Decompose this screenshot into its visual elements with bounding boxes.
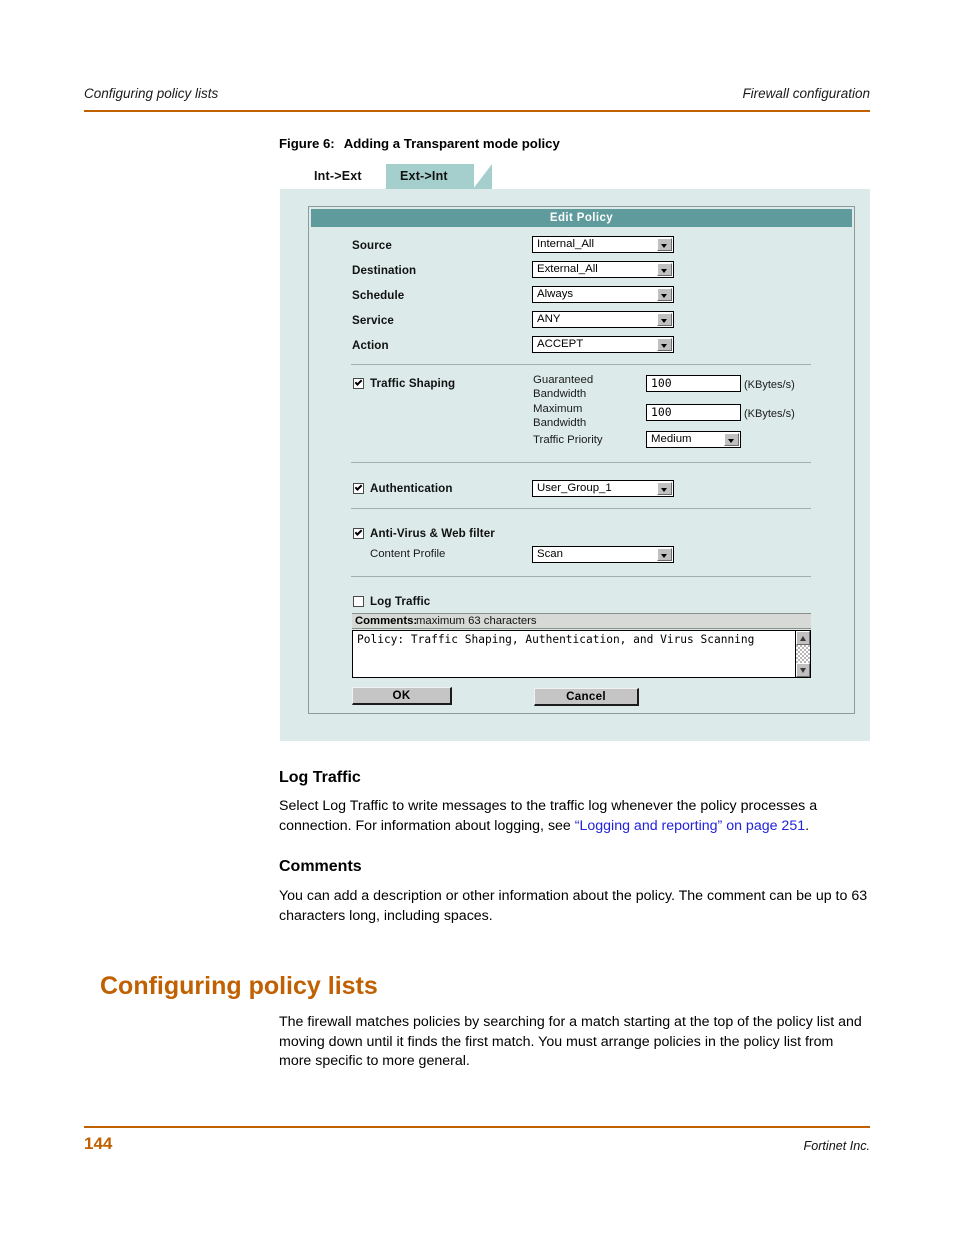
scrollbar-vertical[interactable] xyxy=(795,631,810,677)
scroll-up-icon[interactable] xyxy=(796,631,810,645)
tab-int-to-ext-label: Int->Ext xyxy=(314,169,362,183)
antivirus-label: Anti-Virus & Web filter xyxy=(370,527,495,540)
comments-bar-hint: maximum 63 characters xyxy=(416,615,537,627)
log-traffic-label: Log Traffic xyxy=(370,595,431,608)
guaranteed-bandwidth-input[interactable]: 100 xyxy=(646,375,741,392)
comments-textarea[interactable]: Policy: Traffic Shaping, Authentication,… xyxy=(352,630,811,678)
scrollbar-track[interactable] xyxy=(796,645,810,663)
service-value: ANY xyxy=(537,313,561,325)
figure-number: Figure 6: xyxy=(279,136,335,151)
chevron-down-icon[interactable] xyxy=(657,548,672,561)
heading-log-traffic: Log Traffic xyxy=(279,769,361,786)
comments-bar-strong: Comments: xyxy=(355,615,418,627)
traffic-priority-label: Traffic Priority xyxy=(533,434,603,446)
schedule-value: Always xyxy=(537,288,574,300)
scroll-down-icon[interactable] xyxy=(796,663,810,677)
authentication-checkbox[interactable] xyxy=(353,483,364,494)
figure-caption: Figure 6: Adding a Transparent mode polic… xyxy=(279,136,560,151)
ok-button[interactable]: OK xyxy=(352,687,452,705)
service-label: Service xyxy=(352,314,394,327)
divider xyxy=(351,364,811,365)
chevron-down-icon[interactable] xyxy=(657,238,672,251)
content-profile-value: Scan xyxy=(537,548,563,560)
destination-label: Destination xyxy=(352,264,417,277)
chevron-down-icon[interactable] xyxy=(657,263,672,276)
running-header-right: Firewall configuration xyxy=(742,86,870,101)
action-value: ACCEPT xyxy=(537,338,584,350)
destination-select[interactable]: External_All xyxy=(532,261,674,278)
header-rule xyxy=(84,110,870,112)
tab-strip: Int->Ext Ext->Int xyxy=(280,164,870,189)
footer-company: Fortinet Inc. xyxy=(803,1139,871,1153)
paragraph-comments: You can add a description or other infor… xyxy=(279,888,868,924)
authentication-label: Authentication xyxy=(370,482,453,495)
user-group-value: User_Group_1 xyxy=(537,482,612,494)
schedule-select[interactable]: Always xyxy=(532,286,674,303)
heading-comments: Comments xyxy=(279,858,362,875)
figure-title: Adding a Transparent mode policy xyxy=(343,136,560,151)
divider xyxy=(351,508,811,509)
content-profile-label: Content Profile xyxy=(370,548,446,560)
maximum-bandwidth-input[interactable]: 100 xyxy=(646,404,741,421)
footer-rule xyxy=(84,1126,870,1128)
page-number: 144 xyxy=(84,1134,113,1153)
paragraph-policy-lists: The firewall matches policies by searchi… xyxy=(279,1014,862,1070)
figure-screenshot: Int->Ext Ext->Int Edit Policy Source Int… xyxy=(280,164,870,741)
comments-text: Policy: Traffic Shaping, Authentication,… xyxy=(357,633,755,646)
cancel-button[interactable]: Cancel xyxy=(534,688,639,706)
guaranteed-bandwidth-unit: (KBytes/s) xyxy=(744,379,795,391)
policy-panel: Edit Policy Source Internal_All Destinat… xyxy=(280,189,870,741)
chevron-down-icon[interactable] xyxy=(657,288,672,301)
schedule-label: Schedule xyxy=(352,289,405,302)
tab-int-to-ext[interactable]: Int->Ext xyxy=(300,164,404,189)
paragraph-log-traffic-tail: . xyxy=(805,817,810,834)
paragraph-log-traffic: Select Log Traffic to write messages to … xyxy=(279,797,868,836)
source-select[interactable]: Internal_All xyxy=(532,236,674,253)
maximum-bandwidth-unit: (KBytes/s) xyxy=(744,408,795,420)
chevron-down-icon[interactable] xyxy=(657,313,672,326)
divider xyxy=(351,576,811,577)
edit-policy-title: Edit Policy xyxy=(311,209,852,227)
destination-value: External_All xyxy=(537,263,598,275)
antivirus-checkbox[interactable] xyxy=(353,528,364,539)
traffic-shaping-label: Traffic Shaping xyxy=(370,377,456,390)
tab-ext-to-int[interactable]: Ext->Int xyxy=(386,164,492,189)
content-profile-select[interactable]: Scan xyxy=(532,546,674,563)
traffic-shaping-checkbox[interactable] xyxy=(353,378,364,389)
guaranteed-bandwidth-label-line2: Bandwidth xyxy=(533,388,587,400)
traffic-priority-value: Medium xyxy=(651,433,692,445)
tab-slant-shape xyxy=(473,164,492,189)
guaranteed-bandwidth-value: 100 xyxy=(651,376,672,390)
document-page: Configuring policy lists Firewall config… xyxy=(0,0,954,1235)
chevron-down-icon[interactable] xyxy=(657,482,672,495)
heading-configuring-policy-lists: Configuring policy lists xyxy=(100,972,378,1000)
source-value: Internal_All xyxy=(537,238,594,250)
maximum-bandwidth-label-line1: Maximum xyxy=(533,403,583,415)
running-header: Configuring policy lists Firewall config… xyxy=(84,86,870,108)
tab-ext-to-int-label: Ext->Int xyxy=(400,169,448,183)
chevron-down-icon[interactable] xyxy=(724,433,739,446)
edit-policy-card: Edit Policy Source Internal_All Destinat… xyxy=(308,206,855,714)
action-label: Action xyxy=(352,339,389,352)
maximum-bandwidth-label-line2: Bandwidth xyxy=(533,417,587,429)
divider xyxy=(351,462,811,463)
running-header-left: Configuring policy lists xyxy=(84,86,219,101)
traffic-priority-select[interactable]: Medium xyxy=(646,431,741,448)
action-select[interactable]: ACCEPT xyxy=(532,336,674,353)
guaranteed-bandwidth-label-line1: Guaranteed xyxy=(533,374,594,386)
comments-bar: Comments: maximum 63 characters xyxy=(352,613,811,629)
source-label: Source xyxy=(352,239,392,252)
xref-logging-and-reporting[interactable]: “Logging and reporting” on page 251 xyxy=(575,818,805,834)
chevron-down-icon[interactable] xyxy=(657,338,672,351)
user-group-select[interactable]: User_Group_1 xyxy=(532,480,674,497)
log-traffic-checkbox[interactable] xyxy=(353,596,364,607)
service-select[interactable]: ANY xyxy=(532,311,674,328)
maximum-bandwidth-value: 100 xyxy=(651,405,672,419)
